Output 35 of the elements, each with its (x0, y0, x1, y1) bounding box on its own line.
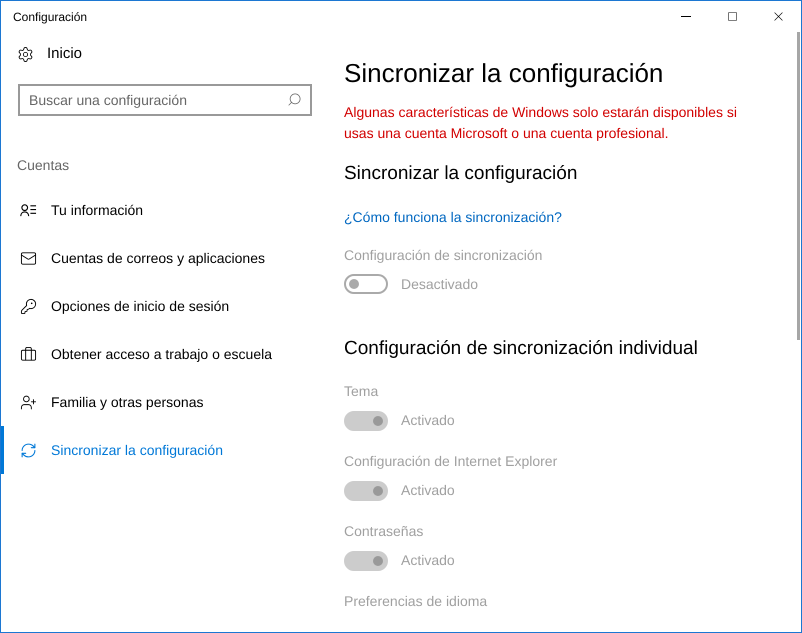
person-list-icon (20, 202, 37, 218)
maximize-icon (726, 11, 738, 22)
briefcase-icon (20, 346, 37, 362)
nav-item[interactable]: Familia y otras personas (1, 378, 329, 426)
page-title: Sincronizar la configuración (344, 57, 664, 90)
nav-item[interactable]: Tu información (1, 186, 329, 234)
sync-icon (20, 442, 37, 458)
help-link[interactable]: ¿Cómo funciona la sincronización? (344, 206, 767, 228)
search-field[interactable]: Buscar una configuración (18, 84, 312, 116)
section-heading: Cuentas (16, 156, 70, 175)
section-heading: Sincronizar la configuración (344, 162, 578, 186)
warning-message: Algunas características de Windows solo estarán disponibles si usas una cuenta Microsoft o una cuenta profesional. (344, 103, 738, 143)
window-title: Configuración (12, 8, 88, 26)
minimize-icon (681, 16, 691, 17)
toggle-state: Activado (401, 481, 455, 500)
key-icon (20, 298, 37, 314)
scrollbar-thumb[interactable] (797, 32, 800, 340)
setting-label: Tema (344, 382, 380, 401)
settings-icon (17, 46, 34, 62)
nav-item[interactable]: Sincronizar la configuración (1, 426, 329, 474)
nav-item[interactable]: Cuentas de correos y aplicaciones (1, 234, 329, 282)
search-icon (287, 92, 302, 107)
envelope-icon (20, 250, 37, 266)
section-heading: Configuración de sincronización individual (344, 336, 699, 360)
setting-label: Configuración de Internet Explorer (344, 452, 558, 471)
setting-label: Configuración de sincronización (344, 246, 544, 265)
home-item[interactable]: Inicio (1, 42, 329, 66)
person-plus-icon (20, 394, 37, 410)
setting-label: Contraseñas (344, 522, 424, 541)
toggle-state: Desactivado (401, 274, 478, 294)
nav-item[interactable]: Obtener acceso a trabajo o escuela (1, 330, 329, 378)
toggle-state: Activado (401, 411, 455, 430)
nav-item[interactable]: Opciones de inicio de sesión (1, 282, 329, 330)
toggle-state: Activado (401, 551, 455, 570)
setting-label: Preferencias de idioma (344, 592, 488, 611)
